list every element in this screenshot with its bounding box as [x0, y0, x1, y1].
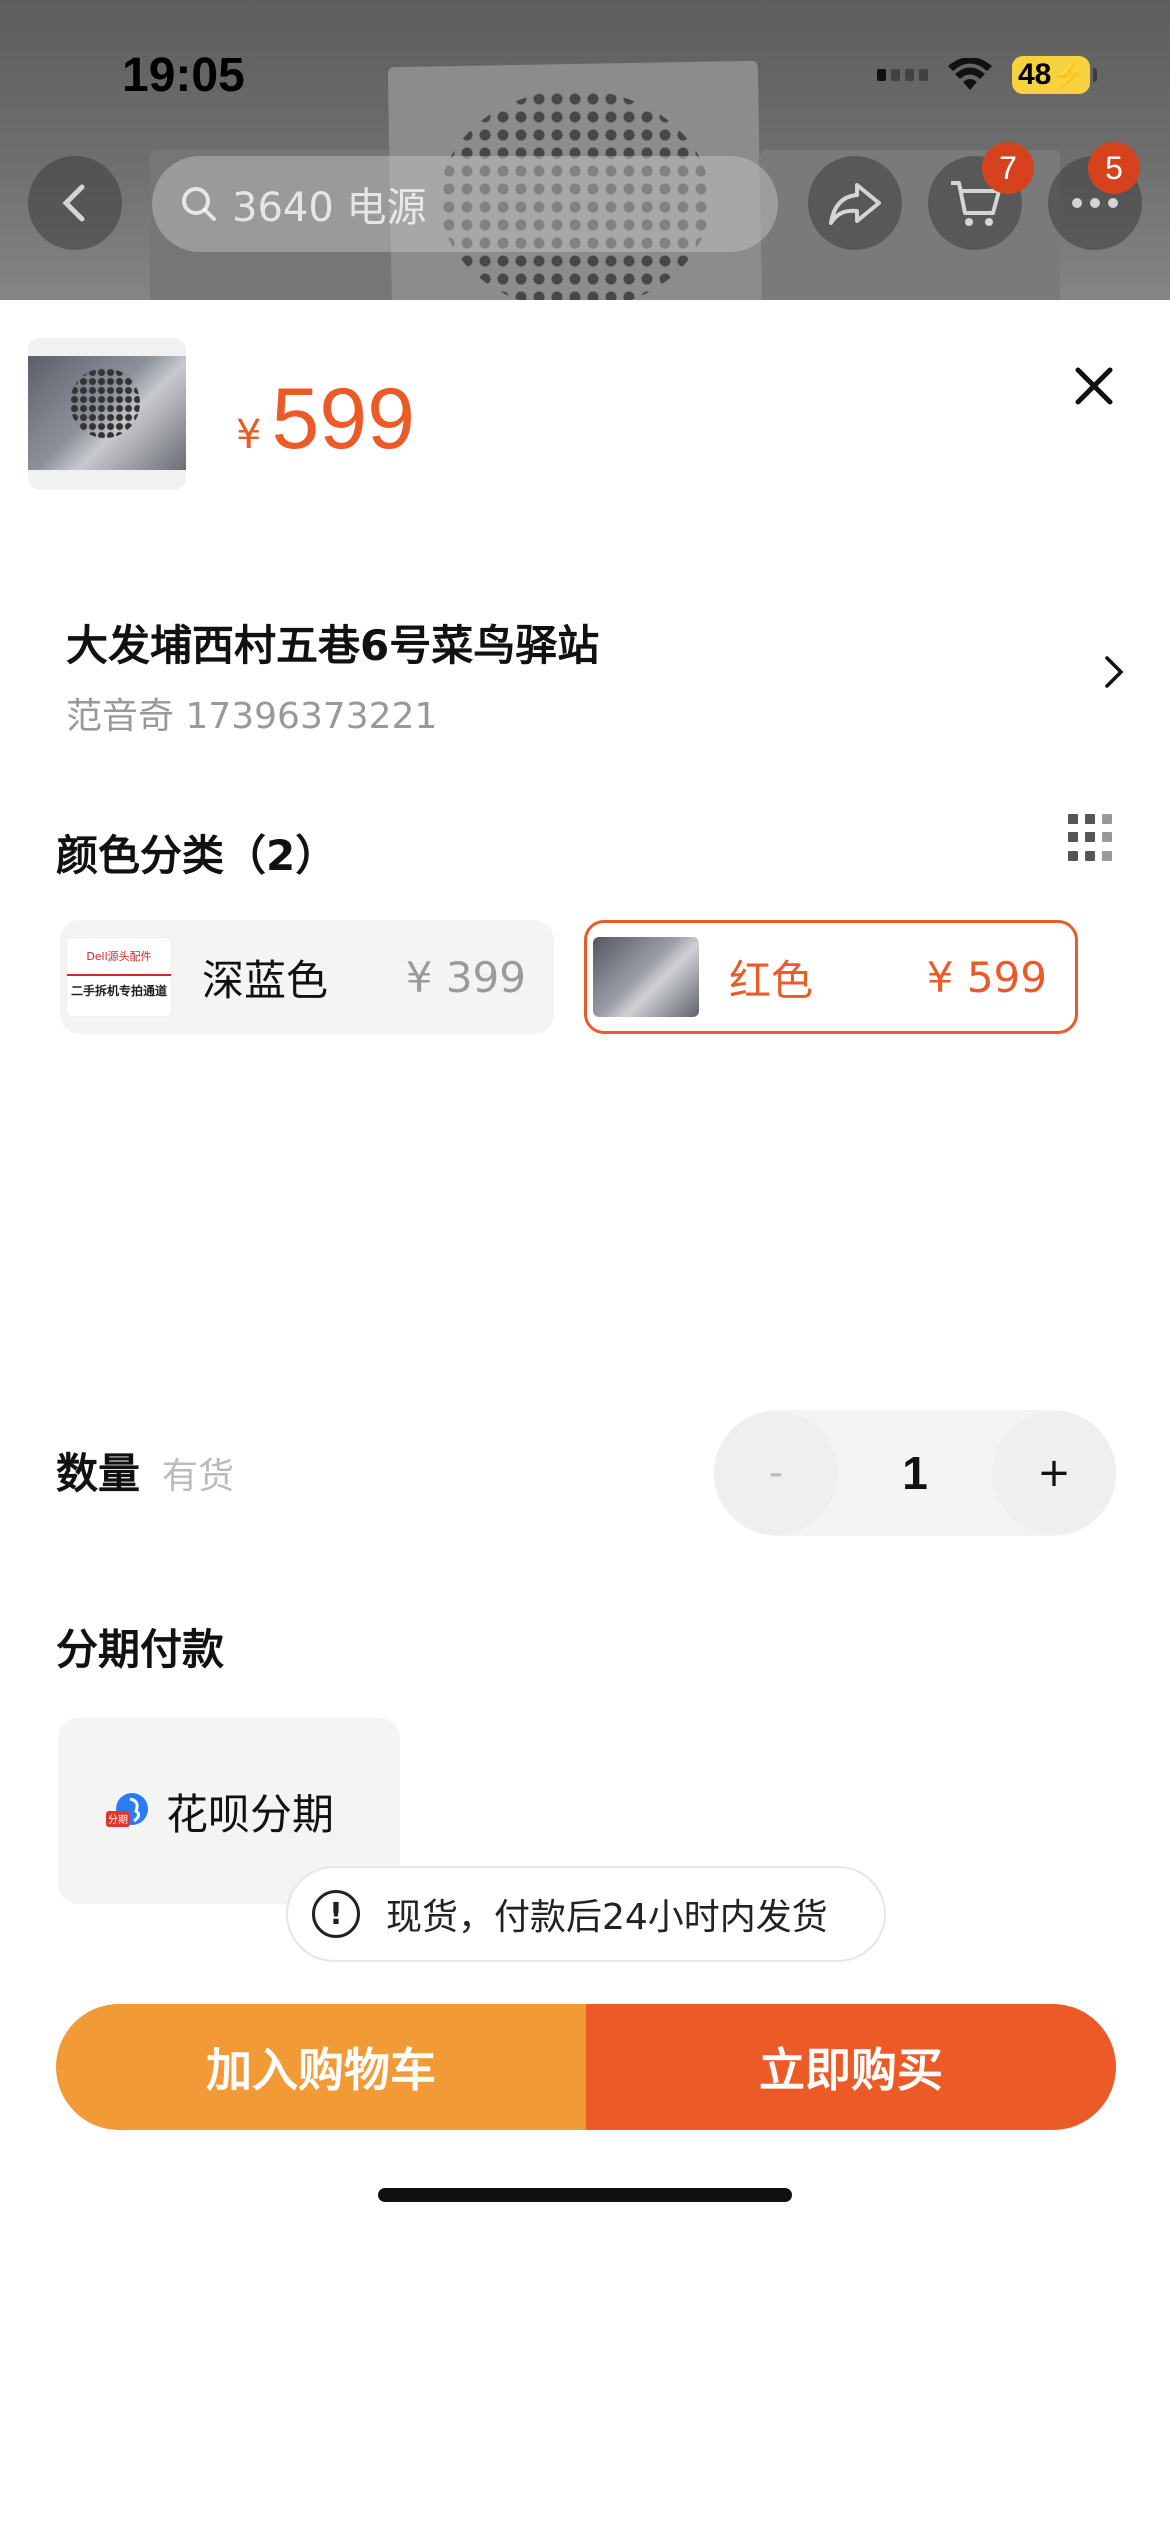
cellular-signal-icon: [877, 69, 928, 81]
status-icons: 48 ⚡: [877, 56, 1097, 94]
share-button[interactable]: [808, 156, 902, 250]
grid-view-icon[interactable]: [1068, 814, 1116, 862]
product-price: ¥ 599: [236, 370, 415, 469]
chevron-right-icon: [1105, 656, 1124, 688]
price-value: 599: [271, 371, 415, 467]
sku-sheet-page: 19:05 48 ⚡ 3640 电源 7 5 ¥ 599 大发埔西村五巷6号菜鸟…: [0, 0, 1170, 2532]
thumb-channel-text: 二手拆机专拍通道: [67, 974, 171, 999]
add-to-cart-button[interactable]: 加入购物车: [56, 2004, 586, 2130]
quantity-label: 数量 有货: [56, 1440, 234, 1501]
address-line: 大发埔西村五巷6号菜鸟驿站: [66, 621, 600, 670]
installment-badge-text: 分期: [108, 1814, 128, 1826]
buy-now-button[interactable]: 立即购买: [586, 2004, 1116, 2130]
chevron-left-icon: [62, 184, 85, 222]
exclamation-icon: !: [312, 1890, 360, 1938]
share-icon: [829, 183, 881, 225]
home-indicator[interactable]: [378, 2188, 792, 2202]
increase-button[interactable]: +: [992, 1411, 1116, 1535]
more-icon: [1072, 198, 1118, 208]
back-button[interactable]: [28, 156, 122, 250]
search-placeholder: 3640 电源: [232, 185, 427, 231]
product-thumbnail[interactable]: [28, 338, 186, 490]
option-name: 深蓝色: [202, 955, 329, 1005]
product-photo-background: 19:05 48 ⚡ 3640 电源 7 5: [0, 0, 1170, 300]
color-option-red[interactable]: 红色 ¥ 599: [584, 920, 1078, 1034]
battery-icon: 48 ⚡: [1012, 56, 1097, 94]
shipping-notice-text: 现货，付款后24小时内发货: [386, 1897, 828, 1938]
quantity-value[interactable]: 1: [902, 1446, 928, 1500]
option-price: ¥ 399: [405, 952, 526, 1002]
option-name: 红色: [729, 955, 814, 1005]
search-icon: [182, 187, 216, 221]
quantity-stepper: - 1 +: [714, 1410, 1116, 1536]
stock-status: 有货: [162, 1456, 235, 1497]
color-option-dark-blue[interactable]: Dell源头配件 二手拆机专拍通道 深蓝色 ¥ 399: [60, 920, 554, 1034]
option-thumbnail: Dell源头配件 二手拆机专拍通道: [66, 937, 172, 1017]
decrease-button[interactable]: -: [714, 1411, 838, 1535]
thumb-brand-text: Dell源头配件: [86, 950, 152, 963]
battery-level: 48: [1018, 58, 1052, 91]
installment-section-title: 分期付款: [56, 1625, 225, 1674]
quantity-title: 数量: [56, 1449, 141, 1498]
search-input[interactable]: 3640 电源: [152, 156, 778, 252]
huabei-icon: 分期: [106, 1793, 148, 1827]
close-icon[interactable]: [1070, 362, 1118, 410]
price-currency: ¥: [236, 412, 262, 458]
option-price: ¥ 599: [926, 952, 1047, 1002]
status-time: 19:05: [122, 49, 245, 102]
recipient-contact: 范音奇 17396373221: [66, 696, 438, 737]
color-section-title: 颜色分类（2）: [56, 831, 338, 880]
shipping-address[interactable]: 大发埔西村五巷6号菜鸟驿站 范音奇 17396373221: [66, 612, 1126, 739]
shipping-notice: ! 现货，付款后24小时内发货: [286, 1866, 886, 1962]
action-bar: 加入购物车 立即购买: [56, 2004, 1116, 2130]
installment-option-label: 花呗分期: [166, 1789, 335, 1839]
wifi-icon: [948, 58, 992, 90]
cart-count-badge: 7: [982, 142, 1034, 194]
message-count-badge: 5: [1088, 142, 1140, 194]
option-thumbnail: [593, 937, 699, 1017]
